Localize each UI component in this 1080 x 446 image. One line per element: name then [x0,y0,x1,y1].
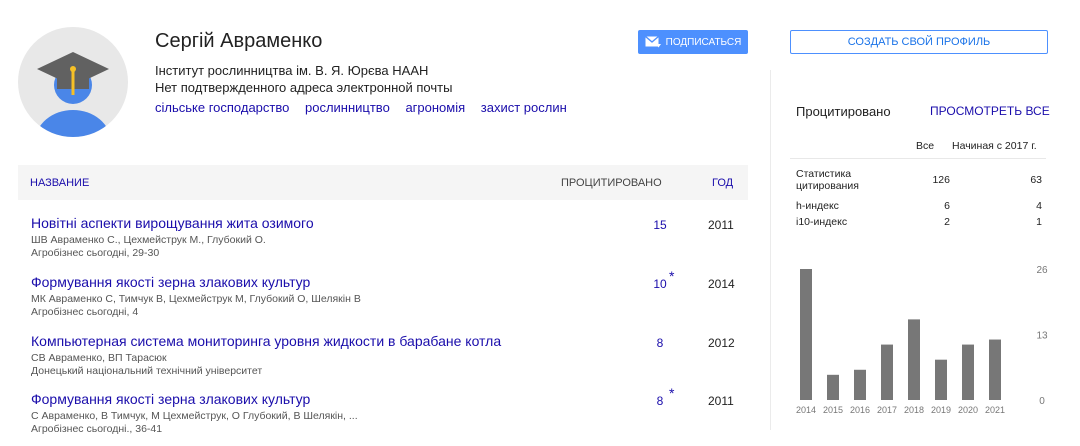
article-authors: МК Авраменко С, Тимчук В, Цехмейструк М,… [31,293,361,305]
panel-divider [770,70,771,430]
sort-by-year[interactable]: ГОД [712,177,733,189]
profile-email-status: Нет подтвержденного адреса электронной п… [155,80,453,95]
merged-star: * [669,385,675,401]
interest-link[interactable]: захист рослин [481,100,567,115]
follow-button[interactable]: ПОДПИСАТЬСЯ [638,30,748,54]
interest-link[interactable]: рослинництво [305,100,390,115]
view-all-link[interactable]: ПРОСМОТРЕТЬ ВСЕ [930,104,1050,118]
x-tick-label: 2015 [823,405,843,415]
article-authors: С Авраменко, В Тимчук, М Цехмейструк, О … [31,410,358,422]
article-authors: ШВ Авраменко С., Цехмейструк М., Глубоки… [31,234,266,246]
table-row: Компьютерная система мониторинга уровня … [18,333,748,388]
table-row: Новітні аспекти вирощування жита озимого… [18,215,748,270]
interest-link[interactable]: сільське господарство [155,100,289,115]
article-title-link[interactable]: Формування якості зерна злакових культур [31,391,310,407]
citation-bar-2016[interactable] [854,369,866,400]
stat-since: 1 [1036,216,1042,228]
y-tick-label: 26 [1036,265,1048,276]
x-tick-label: 2018 [904,405,924,415]
stat-all: 2 [944,216,950,228]
article-source: Агробізнес сьогодні., 36-41 [31,423,163,435]
y-tick-label: 0 [1039,396,1045,407]
article-authors: СВ Авраменко, ВП Тарасюк [31,352,167,364]
table-row: Формування якості зерна злакових культур… [18,385,748,446]
stat-all: 126 [932,174,950,186]
cited-count-link[interactable]: 8 [642,336,678,350]
interests-list: сільське господарство рослинництво агрон… [155,100,579,115]
stats-separator [790,158,1046,159]
citation-bar-2018[interactable] [908,319,920,400]
stat-since: 63 [1030,174,1042,186]
citation-bar-2017[interactable] [881,344,893,400]
merged-star: * [669,268,675,284]
cited-count-link[interactable]: 15 [642,218,678,232]
profile-name: Сергій Авраменко [155,30,323,52]
citation-bar-2020[interactable] [962,344,974,400]
follow-label: ПОДПИСАТЬСЯ [665,36,742,48]
stat-label: i10-индекс [796,216,848,228]
article-source: Агробізнес сьогодні, 29-30 [31,247,160,259]
article-title-link[interactable]: Компьютерная система мониторинга уровня … [31,333,501,349]
stat-all: 6 [944,200,950,212]
profile-affiliation: Інститут рослинництва ім. В. Я. Юрєва НА… [155,63,429,78]
y-tick-label: 13 [1036,331,1048,342]
avatar [18,27,128,137]
stat-since: 4 [1036,200,1042,212]
citation-bar-2019[interactable] [935,359,947,400]
article-year: 2011 [708,394,734,408]
citation-bar-2015[interactable] [827,374,839,400]
sort-by-cited[interactable]: ПРОЦИТИРОВАНО [561,177,662,189]
cited-by-title: Процитировано [796,104,891,119]
interest-link[interactable]: агрономія [405,100,465,115]
citation-bar-2021[interactable] [989,339,1001,400]
citation-bar-2014[interactable] [800,269,812,400]
envelope-icon [644,36,661,48]
sort-by-title[interactable]: НАЗВАНИЕ [30,177,89,189]
x-tick-label: 2017 [877,405,897,415]
x-tick-label: 2016 [850,405,870,415]
col-header-since: Начиная с 2017 г. [952,140,1037,152]
stat-label: h-индекс [796,200,839,212]
table-row: Формування якості зерна злакових культур… [18,268,748,329]
article-year: 2011 [708,218,734,232]
create-profile-button[interactable]: СОЗДАТЬ СВОЙ ПРОФИЛЬ [790,30,1048,54]
article-year: 2012 [708,336,735,350]
x-tick-label: 2019 [931,405,951,415]
article-year: 2014 [708,277,735,291]
article-source: Агробізнес сьогодні, 4 [31,306,139,318]
graduate-avatar-icon [35,52,111,137]
x-tick-label: 2014 [796,405,816,415]
col-header-all: Все [916,140,935,152]
article-source: Донецький національний технічний універс… [31,365,263,377]
x-tick-label: 2020 [958,405,978,415]
stat-label: Статистика цитирования [796,168,859,192]
article-title-link[interactable]: Новітні аспекти вирощування жита озимого [31,215,314,231]
articles-table-header: НАЗВАНИЕ ПРОЦИТИРОВАНО ГОД [18,165,748,200]
citations-bar-chart: 2014 2015 2016 2017 2018 2019 2020 2021 26 13 0 [796,265,1048,415]
x-tick-label: 2021 [985,405,1005,415]
article-title-link[interactable]: Формування якості зерна злакових культур [31,274,310,290]
